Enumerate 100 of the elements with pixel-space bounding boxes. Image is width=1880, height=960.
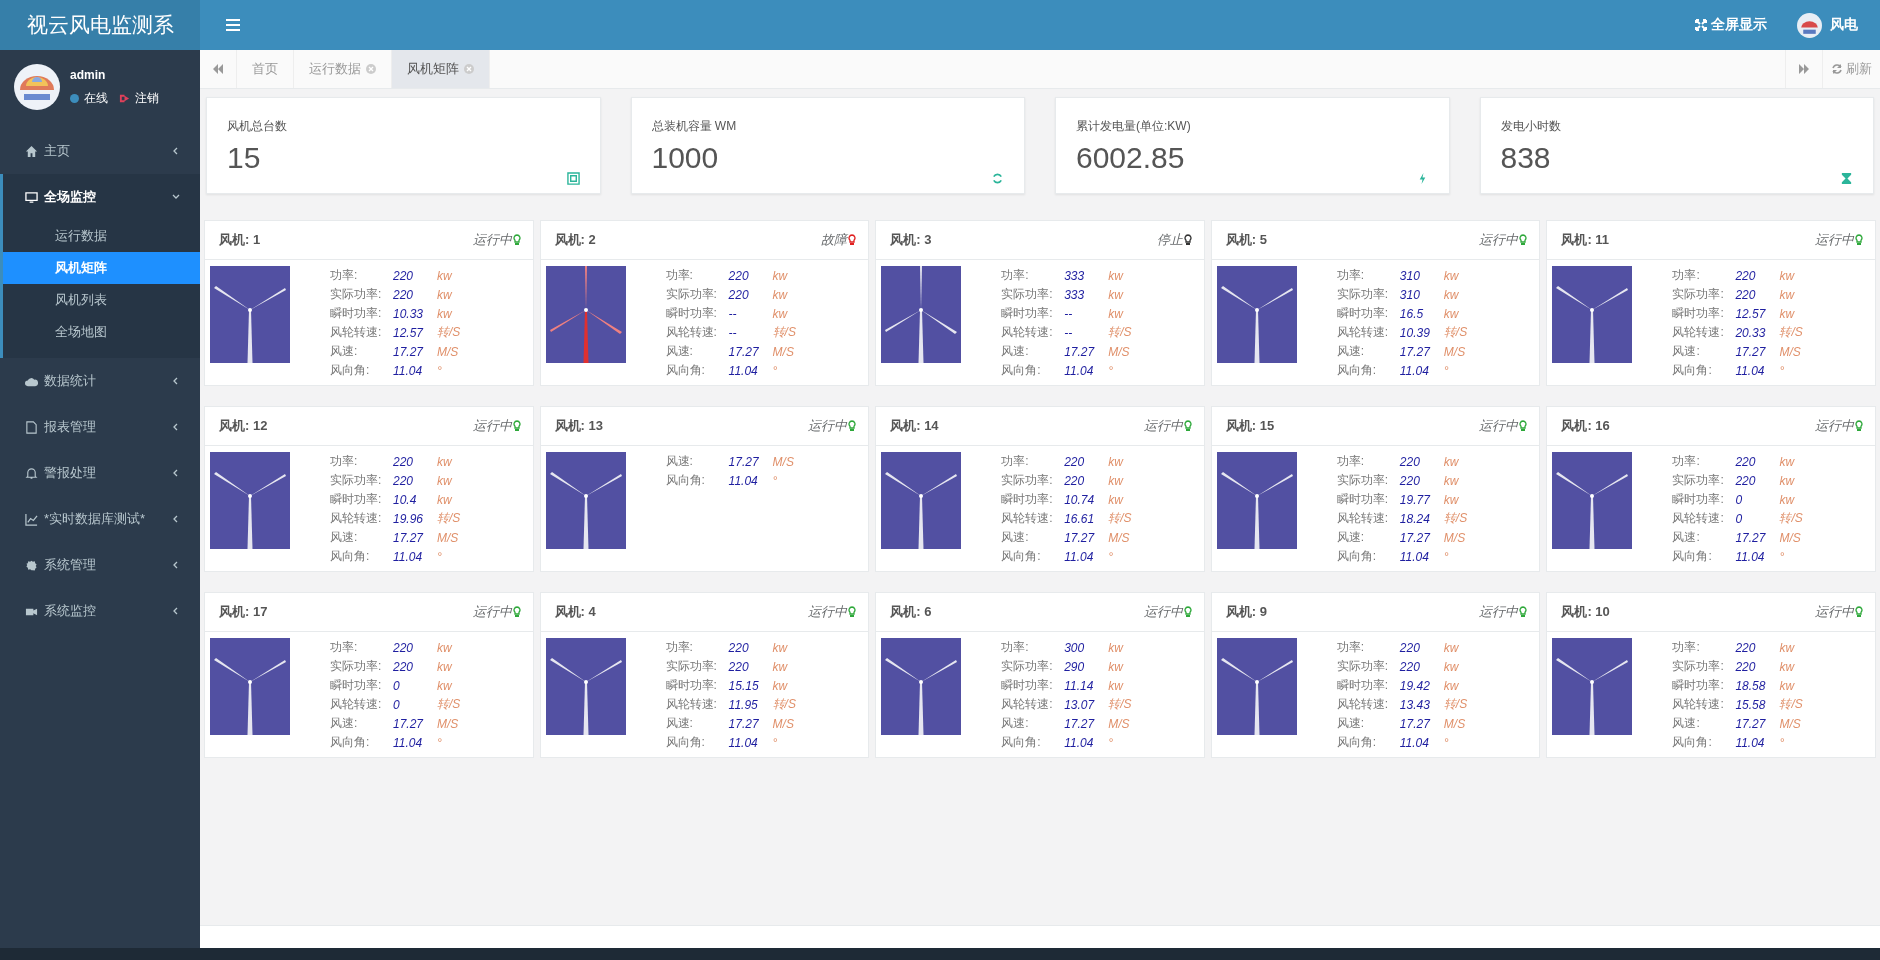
turbine-status: 运行中 — [1479, 417, 1519, 435]
reading-label: 风轮转速: — [1672, 324, 1725, 341]
nav-item[interactable]: 警报处理 — [0, 450, 200, 496]
reading-unit: kw — [437, 659, 452, 674]
reading-unit: kw — [1779, 678, 1795, 693]
reading-value: 220 — [1399, 659, 1421, 674]
close-icon[interactable] — [464, 64, 474, 74]
reading-unit: kw — [1443, 659, 1459, 674]
user-name[interactable]: 风电 — [1830, 16, 1858, 34]
reading-label: 瞬时功率: — [1672, 305, 1725, 322]
nav-subitem[interactable]: 全场地图 — [3, 316, 200, 348]
turbine-title: 风机: 4 — [554, 603, 597, 621]
reading-label: 实际功率: — [1001, 658, 1054, 675]
turbine-title: 风机: 2 — [554, 231, 597, 249]
reading-value: 11.04 — [393, 363, 424, 378]
reading-unit: kw — [1443, 473, 1459, 488]
reading-label: 实际功率: — [1672, 286, 1725, 303]
turbine-title: 风机: 10 — [1561, 603, 1611, 621]
reading-unit: 转/S — [772, 696, 796, 713]
reading-label: 实际功率: — [1001, 472, 1054, 489]
stat-label: 总装机容量 WM — [651, 118, 738, 135]
stat-label: 发电小时数 — [1500, 118, 1562, 135]
reading-label: 实际功率: — [330, 286, 383, 303]
reading-value: 10.33 — [393, 306, 425, 321]
reading-value: 333 — [1064, 287, 1086, 302]
turbine-title: 风机: 11 — [1561, 231, 1611, 249]
chevron-left-icon — [172, 423, 180, 431]
nav-item[interactable]: *实时数据库测试* — [0, 496, 200, 542]
turbine-title: 风机: 16 — [1561, 417, 1611, 435]
reading-unit: ° — [1779, 363, 1785, 378]
nav-subitem[interactable]: 风机列表 — [3, 284, 200, 316]
reading-label: 风向角: — [1336, 548, 1378, 565]
turbine-status: 运行中 — [1815, 231, 1854, 249]
nav-item[interactable]: 系统监控 — [0, 588, 200, 634]
fullscreen-button[interactable]: 全屏显示 — [1695, 16, 1767, 34]
frame-icon — [566, 172, 580, 185]
reading-unit: kw — [1779, 492, 1795, 507]
reading-label: 风向角: — [665, 734, 706, 751]
turbine-status: 运行中 — [808, 603, 848, 621]
reading-label: 风向角: — [330, 734, 371, 751]
reading-value: 12.57 — [1735, 306, 1767, 321]
reading-label: 风速: — [1001, 715, 1030, 732]
reading-value: 10.39 — [1399, 325, 1431, 340]
chevron-left-icon — [172, 469, 180, 477]
reading-value: 220 — [1399, 454, 1421, 469]
reading-unit: kw — [437, 287, 452, 302]
turbine-status: 运行中 — [1815, 603, 1854, 621]
nav-item[interactable]: 报表管理 — [0, 404, 200, 450]
reading-label: 瞬时功率: — [330, 491, 383, 508]
reading-label: 瞬时功率: — [1001, 305, 1054, 322]
reading-label: 功率: — [665, 267, 694, 284]
reading-unit: ° — [772, 473, 778, 488]
nav-item[interactable]: 全场监控 — [0, 174, 200, 220]
page-tab[interactable]: 风机矩阵 — [392, 50, 490, 88]
reading-label: 风轮转速: — [330, 696, 383, 713]
menu-icon[interactable] — [226, 19, 240, 31]
reading-value: 17.27 — [1735, 344, 1767, 359]
reading-unit: ° — [437, 363, 442, 378]
reading-label: 风向角: — [330, 548, 371, 565]
reading-unit: 转/S — [1779, 324, 1803, 341]
reading-value: 11.04 — [1735, 549, 1766, 564]
reading-value: 11.04 — [1399, 549, 1430, 564]
nav-item[interactable]: 数据统计 — [0, 358, 200, 404]
monitor-icon — [25, 190, 38, 204]
reading-label: 功率: — [1336, 267, 1366, 284]
reading-value: 16.5 — [1399, 306, 1425, 321]
avatar-icon[interactable] — [1797, 12, 1822, 38]
turbine-status: 运行中 — [472, 417, 512, 435]
reading-unit: ° — [437, 735, 442, 750]
reading-label: 实际功率: — [1672, 658, 1725, 675]
turbine-title: 风机: 17 — [219, 603, 269, 621]
reading-unit: ° — [1443, 549, 1449, 564]
reading-unit: ° — [1779, 735, 1785, 750]
user-name: admin — [70, 67, 107, 82]
reading-unit: kw — [437, 473, 452, 488]
reading-label: 实际功率: — [330, 472, 383, 489]
reading-label: 风速: — [330, 715, 359, 732]
reading-value: 13.43 — [1399, 697, 1431, 712]
chevron-left-icon — [172, 607, 180, 615]
reading-unit: ° — [1779, 549, 1785, 564]
reading-label: 风速: — [330, 529, 359, 546]
reading-value: 0 — [393, 697, 401, 712]
reading-value: 11.04 — [1399, 735, 1430, 750]
logout-icon[interactable] — [119, 92, 130, 104]
nav-subitem[interactable]: 运行数据 — [3, 220, 200, 252]
logout-link[interactable]: 注销 — [135, 89, 159, 107]
nav-item[interactable]: 主页 — [0, 128, 200, 174]
chevron-left-icon — [172, 377, 180, 385]
reading-unit: M/S — [1443, 716, 1466, 731]
reading-unit: ° — [1108, 363, 1113, 378]
bell-icon — [25, 466, 38, 480]
reading-label: 风向角: — [1001, 734, 1042, 751]
reading-unit: kw — [1779, 659, 1795, 674]
reading-unit: kw — [1779, 287, 1795, 302]
close-icon[interactable] — [366, 64, 376, 74]
reading-unit: kw — [1443, 306, 1459, 321]
reading-value: 11.04 — [728, 363, 759, 378]
nav-item[interactable]: 系统管理 — [0, 542, 200, 588]
reading-label: 实际功率: — [1336, 658, 1390, 675]
reading-label: 风速: — [1672, 715, 1701, 732]
